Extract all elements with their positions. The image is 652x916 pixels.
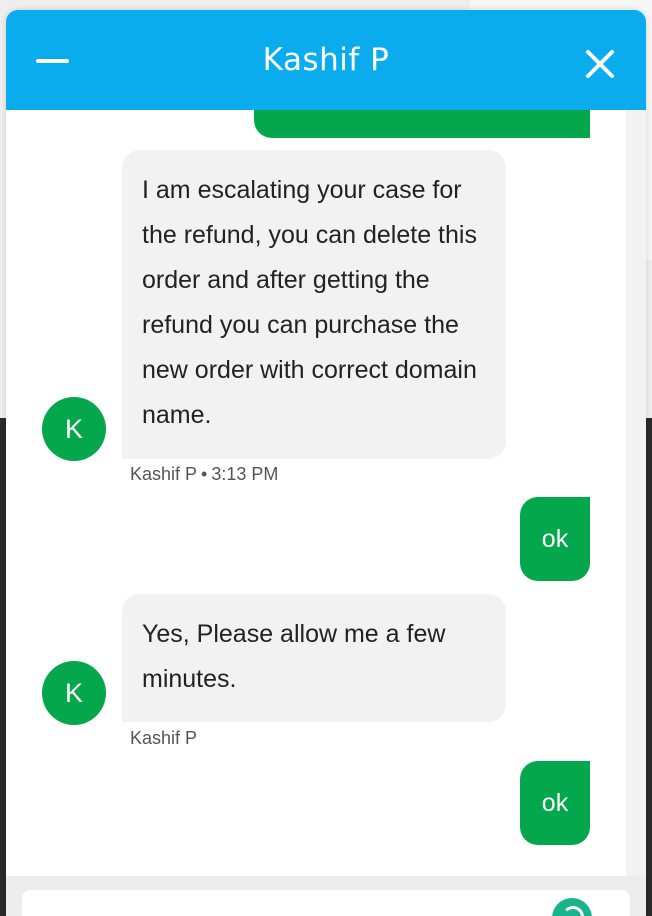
chat-header: Kashif P	[6, 10, 646, 110]
chat-title: Kashif P	[262, 42, 390, 78]
close-button[interactable]	[580, 44, 620, 84]
sender-name: Kashif P	[130, 728, 198, 748]
previous-user-message	[254, 110, 590, 138]
minimize-icon	[36, 59, 69, 63]
scrollbar[interactable]	[626, 110, 646, 876]
message-time: 3:13 PM	[211, 464, 279, 484]
minimize-button[interactable]	[26, 40, 76, 82]
separator-dot: •	[201, 464, 208, 484]
user-message: ok	[520, 497, 590, 581]
agent-message: I am escalating your case for the refund…	[122, 150, 506, 459]
composer-area	[6, 876, 646, 916]
user-message: ok	[520, 761, 590, 845]
message-meta: Kashif P	[130, 728, 197, 749]
message-input[interactable]	[22, 890, 630, 916]
avatar: K	[42, 661, 106, 725]
agent-message: Yes, Please allow me a few minutes.	[122, 594, 506, 722]
sender-name: Kashif P	[130, 464, 198, 484]
chat-widget: Kashif P I am escalating your case for t…	[6, 10, 646, 916]
close-icon	[586, 50, 614, 78]
avatar: K	[42, 397, 106, 461]
message-meta: Kashif P • 3:13 PM	[130, 464, 278, 485]
message-list[interactable]: I am escalating your case for the refund…	[6, 110, 646, 876]
